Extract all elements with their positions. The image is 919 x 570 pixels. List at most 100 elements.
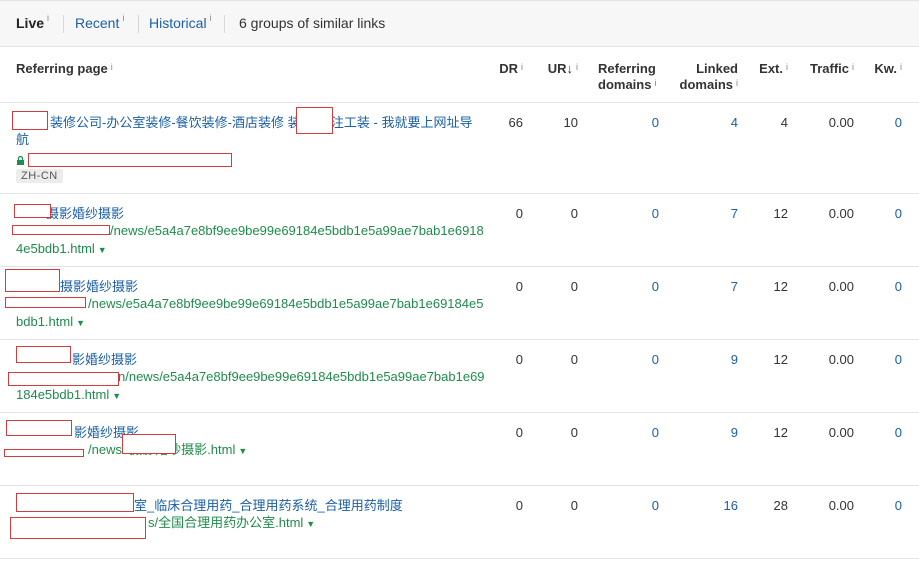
redaction-box [5,297,86,308]
ur-value: 0 [570,498,578,513]
table-row: 摄影婚纱摄影 /news/e5a4a7e8bf9ee9be99e69184e5b… [0,194,919,267]
info-icon[interactable]: i [576,62,578,72]
referring-page-url[interactable]: /news/ 摄影婚纱摄影.html ▼ [16,441,486,460]
ext-value: 28 [773,498,788,513]
column-referring-page[interactable]: Referring page i [16,61,113,77]
ext-value: 12 [773,279,788,294]
dr-value: 0 [515,279,523,294]
redaction-box [16,493,134,512]
table-row: 装修公司-办公室装修-餐饮装修-酒店装修 装饰-专注工装 - 我就要上网址导航 … [0,103,919,194]
redaction-box [5,269,60,292]
dr-value: 0 [515,206,523,221]
tab-separator [63,15,64,33]
dropdown-caret-icon[interactable]: ▼ [98,245,107,255]
table-header: Referring page i DR i UR↓ i Referring domain… [0,47,919,103]
redaction-box [6,420,72,436]
tab-historical[interactable]: Historical i [149,13,212,31]
info-icon[interactable]: i [654,78,656,88]
referring-domains-value[interactable]: 0 [652,352,659,367]
column-kw[interactable]: Kw. i [874,61,902,77]
keywords-value[interactable]: 0 [895,115,902,130]
ext-value: 4 [780,115,788,130]
traffic-value: 0.00 [828,206,854,221]
dropdown-caret-icon[interactable]: ▼ [76,318,85,328]
tab-recent[interactable]: Recent i [75,13,124,31]
ext-value: 12 [773,425,788,440]
linked-domains-value[interactable]: 7 [731,206,738,221]
language-badge: ZH-CN [16,169,63,183]
info-icon[interactable]: i [47,13,49,23]
referring-page-url[interactable]: /news/e5a4a7e8bf9ee9be99e69184e5bdb1e5a9… [16,295,486,332]
dropdown-caret-icon[interactable]: ▼ [306,519,315,529]
dr-value: 0 [515,425,523,440]
keywords-value[interactable]: 0 [895,206,902,221]
redaction-box [12,225,110,235]
redaction-box [122,434,176,454]
ur-value: 0 [570,425,578,440]
info-icon[interactable]: i [900,62,902,72]
traffic-value: 0.00 [828,115,854,130]
info-icon[interactable]: i [210,13,212,23]
keywords-value[interactable]: 0 [895,279,902,294]
dr-value: 66 [508,115,523,130]
column-linked-domains[interactable]: Linked domains i [680,61,738,93]
linked-domains-value[interactable]: 7 [731,279,738,294]
referring-page-title[interactable]: 影婚纱摄影 [16,424,478,441]
referring-domains-value[interactable]: 0 [652,115,659,130]
dr-value: 0 [515,498,523,513]
referring-page-title[interactable]: 装修公司-办公室装修-餐饮装修-酒店装修 装饰-专注工装 - 我就要上网址导航 [16,114,478,148]
table-row: 影婚纱摄影 /news/ 摄影婚纱摄影.html ▼ 0 0 0 9 12 0.0… [0,413,919,486]
dropdown-caret-icon[interactable]: ▼ [112,391,121,401]
ext-value: 12 [773,352,788,367]
column-ext[interactable]: Ext. i [759,61,788,77]
keywords-value[interactable]: 0 [895,425,902,440]
redaction-box [4,449,84,457]
redaction-box [12,111,48,130]
ur-value: 0 [570,279,578,294]
referring-page-title[interactable]: 影婚纱摄影 [16,351,478,368]
info-icon[interactable]: i [852,62,854,72]
table-row: 室_临床合理用药_合理用药系统_合理用药制度 s/全国合理用药办公室.html ▼… [0,486,919,559]
info-icon[interactable]: i [736,78,738,88]
redaction-box [10,517,146,539]
linked-domains-value[interactable]: 9 [731,352,738,367]
ext-value: 12 [773,206,788,221]
linked-domains-value[interactable]: 4 [731,115,738,130]
referring-domains-value[interactable]: 0 [652,279,659,294]
tabs-bar: Live i Recent i Historical i 6 groups of si… [0,0,919,47]
keywords-value[interactable]: 0 [895,498,902,513]
lock-icon [17,156,24,165]
ur-value: 0 [570,352,578,367]
column-referring-domains[interactable]: Referring domains i [598,61,656,93]
ur-value: 10 [563,115,578,130]
traffic-value: 0.00 [828,425,854,440]
tab-separator [138,15,139,33]
referring-page-title[interactable]: 摄影婚纱摄影 [16,205,478,222]
sort-desc-icon: ↓ [566,61,574,76]
linked-domains-value[interactable]: 16 [724,498,738,513]
referring-domains-value[interactable]: 0 [652,498,659,513]
linked-domains-value[interactable]: 9 [731,425,738,440]
referring-domains-value[interactable]: 0 [652,206,659,221]
referring-domains-value[interactable]: 0 [652,425,659,440]
column-dr[interactable]: DR i [499,61,523,77]
dr-value: 0 [515,352,523,367]
info-icon[interactable]: i [122,13,124,23]
info-icon[interactable]: i [111,62,113,72]
redaction-box [16,346,71,363]
column-ur[interactable]: UR↓ i [548,61,578,77]
tab-separator [224,15,225,33]
keywords-value[interactable]: 0 [895,352,902,367]
redaction-box [296,107,333,134]
similar-links-groups-link[interactable]: 6 groups of similar links [239,15,385,31]
traffic-value: 0.00 [828,279,854,294]
info-icon[interactable]: i [786,62,788,72]
info-icon[interactable]: i [521,62,523,72]
column-traffic[interactable]: Traffic i [810,61,854,77]
referring-page-title[interactable]: 摄影婚纱摄影 [16,278,478,295]
tab-live[interactable]: Live i [16,13,49,31]
table-row: 摄影婚纱摄影 /news/e5a4a7e8bf9ee9be99e69184e5b… [0,267,919,340]
redaction-box [28,153,232,167]
dropdown-caret-icon[interactable]: ▼ [238,446,247,456]
ur-value: 0 [570,206,578,221]
